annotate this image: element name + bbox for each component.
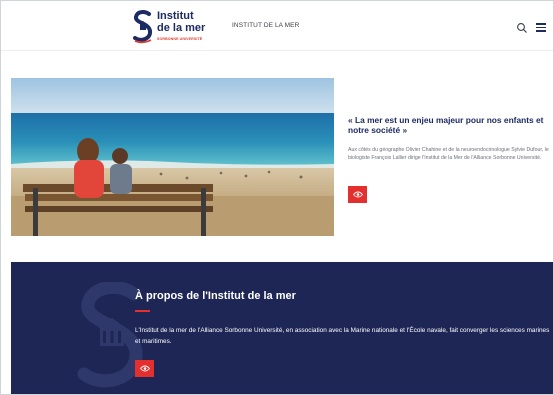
feature-text: Aux côtés du géographe Olivier Chahine e…	[348, 147, 549, 162]
feature-photo	[11, 78, 334, 236]
logo-title-line1: Institut	[157, 10, 194, 22]
about-read-button[interactable]	[135, 360, 154, 377]
header-nav-label[interactable]: INSTITUT DE LA MER	[232, 22, 299, 29]
search-button[interactable]	[516, 21, 528, 33]
about-section: À propos de l'Institut de la mer L'Insti…	[11, 262, 553, 394]
about-title-underline	[135, 310, 150, 312]
logo-subtitle: SORBONNE UNIVERSITÉ	[157, 37, 203, 41]
feature-title: « La mer est un enjeu majeur pour nos en…	[348, 115, 544, 135]
site-header: Institut de la mer SORBONNE UNIVERSITÉ I…	[1, 1, 553, 51]
about-title: À propos de l'Institut de la mer	[135, 290, 296, 302]
sorbonne-s-logo-icon	[133, 10, 153, 44]
eye-icon	[139, 365, 150, 372]
about-text: L'Institut de la mer de l'Alliance Sorbo…	[135, 327, 550, 345]
page: Institut de la mer SORBONNE UNIVERSITÉ I…	[0, 0, 554, 395]
feature-read-button[interactable]	[348, 186, 367, 203]
hamburger-menu-icon[interactable]	[536, 23, 546, 32]
logo-title-line2: de la mer	[157, 22, 206, 34]
search-icon	[517, 23, 527, 33]
eye-icon	[352, 191, 363, 198]
logo-title: Institut de la mer	[157, 11, 205, 34]
site-logo[interactable]: Institut de la mer SORBONNE UNIVERSITÉ	[132, 10, 218, 44]
